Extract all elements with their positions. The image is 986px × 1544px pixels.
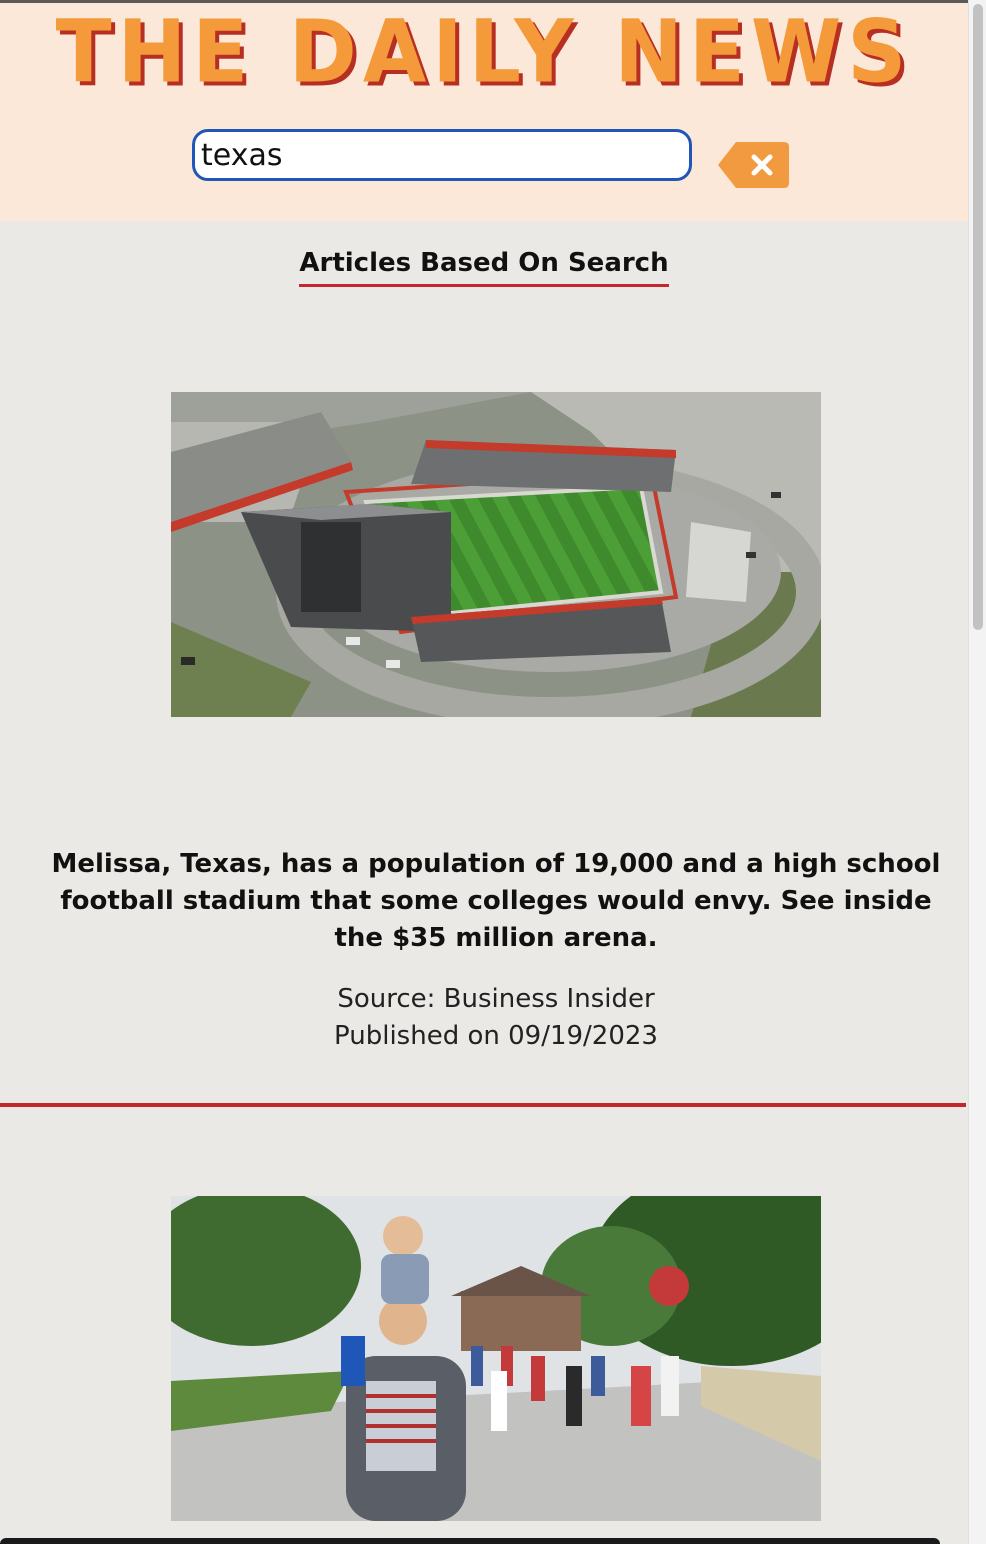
page: THE DAILY NEWS Articles Based On Search bbox=[0, 0, 968, 1544]
stadium-photo bbox=[171, 392, 821, 717]
article-source: Source: Business Insider bbox=[337, 984, 655, 1014]
scrollbar-thumb[interactable] bbox=[973, 4, 983, 630]
bottom-bar bbox=[0, 1538, 940, 1544]
article-published-date: Published on 09/19/2023 bbox=[334, 1021, 658, 1051]
section-title: Articles Based On Search bbox=[299, 246, 669, 287]
parade-photo bbox=[171, 1196, 821, 1521]
clear-search-button[interactable] bbox=[718, 142, 790, 188]
article-title[interactable]: Melissa, Texas, has a population of 19,0… bbox=[50, 846, 942, 957]
article-image-stadium[interactable] bbox=[171, 392, 821, 717]
search-input[interactable] bbox=[192, 129, 692, 181]
site-header: THE DAILY NEWS bbox=[0, 3, 968, 221]
article-meta: Source: Business Insider Published on 09… bbox=[0, 981, 986, 1055]
section-header: Articles Based On Search bbox=[0, 246, 968, 287]
article-image-parade[interactable] bbox=[171, 1196, 821, 1521]
site-logo[interactable]: THE DAILY NEWS bbox=[0, 1, 968, 106]
article-divider bbox=[0, 1103, 966, 1107]
clear-backspace-icon bbox=[718, 142, 789, 188]
vertical-scrollbar[interactable] bbox=[968, 0, 986, 1544]
